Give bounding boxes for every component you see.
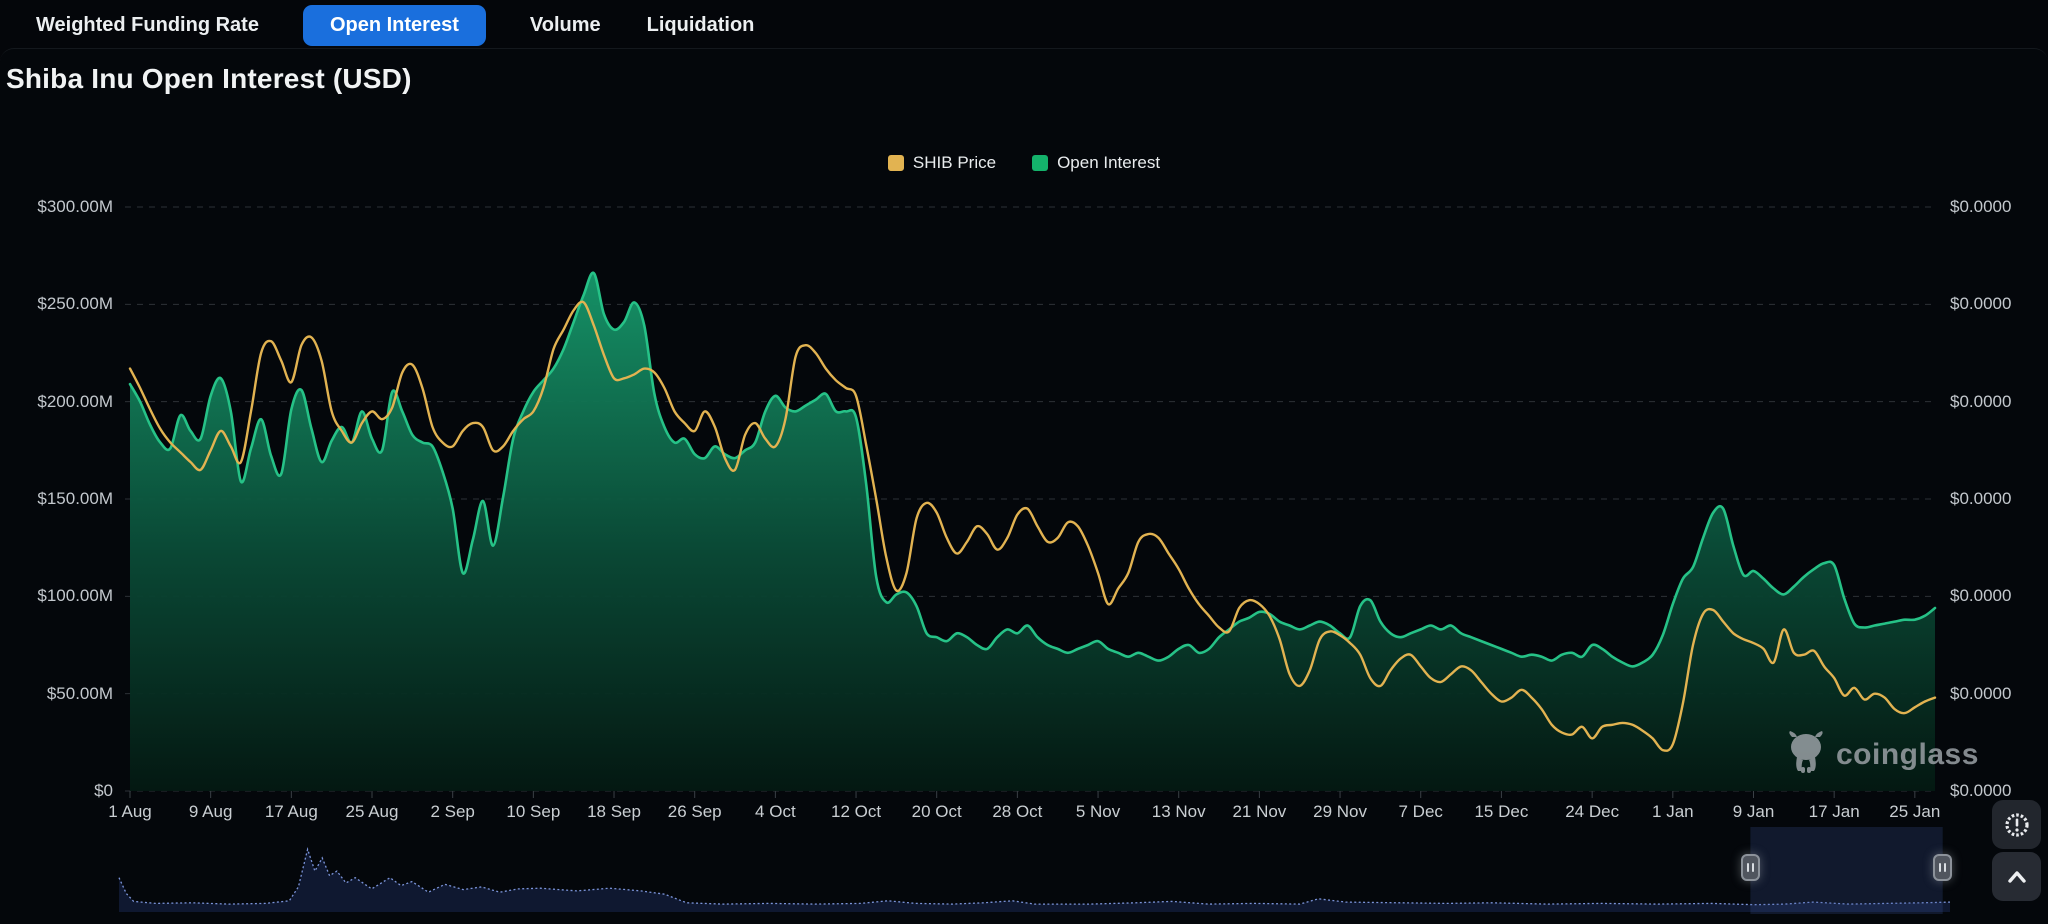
y-axis-label-left: $0 — [23, 781, 113, 801]
watermark-label: coinglass — [1836, 738, 1979, 772]
y-axis-label-right: $0.0000 — [1950, 294, 2011, 314]
y-axis-label-right: $0.0000 — [1950, 781, 2011, 801]
y-axis-label-right: $0.0000 — [1950, 197, 2011, 217]
x-axis-label: 21 Nov — [1232, 802, 1286, 822]
y-axis-label-left: $150.00M — [23, 489, 113, 509]
coinglass-watermark: coinglass — [1786, 731, 1979, 778]
coinglass-bull-icon — [1786, 731, 1826, 778]
x-axis-label: 9 Aug — [189, 802, 233, 822]
y-axis-label-right: $0.0000 — [1950, 392, 2011, 412]
coinglass-open-interest-page: Weighted Funding RateOpen InterestVolume… — [0, 0, 2048, 923]
x-axis-label: 29 Nov — [1313, 802, 1367, 822]
y-axis-label-left: $250.00M — [23, 294, 113, 314]
x-axis-label: 9 Jan — [1733, 802, 1775, 822]
y-axis-label-left: $100.00M — [23, 586, 113, 606]
y-axis-label-left: $300.00M — [23, 197, 113, 217]
y-axis-label-left: $200.00M — [23, 392, 113, 412]
y-axis-label-right: $0.0000 — [1950, 586, 2011, 606]
x-axis-label: 20 Oct — [912, 802, 962, 822]
x-axis-label: 4 Oct — [755, 802, 796, 822]
x-axis-label: 17 Aug — [265, 802, 318, 822]
x-axis-label: 25 Aug — [346, 802, 399, 822]
x-axis-label: 17 Jan — [1809, 802, 1860, 822]
badge-exclamation-icon — [2002, 810, 2032, 840]
collapse-button[interactable] — [1992, 852, 2041, 901]
chevron-up-icon — [2002, 862, 2032, 892]
navigator-selection-region[interactable] — [1750, 827, 1942, 914]
x-axis-label: 28 Oct — [992, 802, 1042, 822]
y-axis-label-left: $50.00M — [23, 684, 113, 704]
x-axis-label: 13 Nov — [1152, 802, 1206, 822]
chart-card: Shiba Inu Open Interest (USD) SHIB Price… — [0, 48, 2048, 924]
x-axis-label: 18 Sep — [587, 802, 641, 822]
y-axis-label-right: $0.0000 — [1950, 489, 2011, 509]
navigator-right-handle[interactable] — [1933, 854, 1952, 881]
chart-canvas[interactable] — [0, 1, 2048, 924]
navigator-left-handle[interactable] — [1741, 854, 1760, 881]
x-axis-label: 15 Dec — [1474, 802, 1528, 822]
x-axis-label: 24 Dec — [1565, 802, 1619, 822]
x-axis-label: 25 Jan — [1889, 802, 1940, 822]
x-axis-label: 1 Aug — [108, 802, 152, 822]
x-axis-label: 1 Jan — [1652, 802, 1694, 822]
x-axis-label: 5 Nov — [1076, 802, 1120, 822]
x-axis-label: 12 Oct — [831, 802, 881, 822]
x-axis-label: 7 Dec — [1399, 802, 1443, 822]
settings-button[interactable] — [1992, 800, 2041, 849]
y-axis-label-right: $0.0000 — [1950, 684, 2011, 704]
x-axis-label: 26 Sep — [668, 802, 722, 822]
x-axis-label: 2 Sep — [430, 802, 474, 822]
x-axis-label: 10 Sep — [506, 802, 560, 822]
